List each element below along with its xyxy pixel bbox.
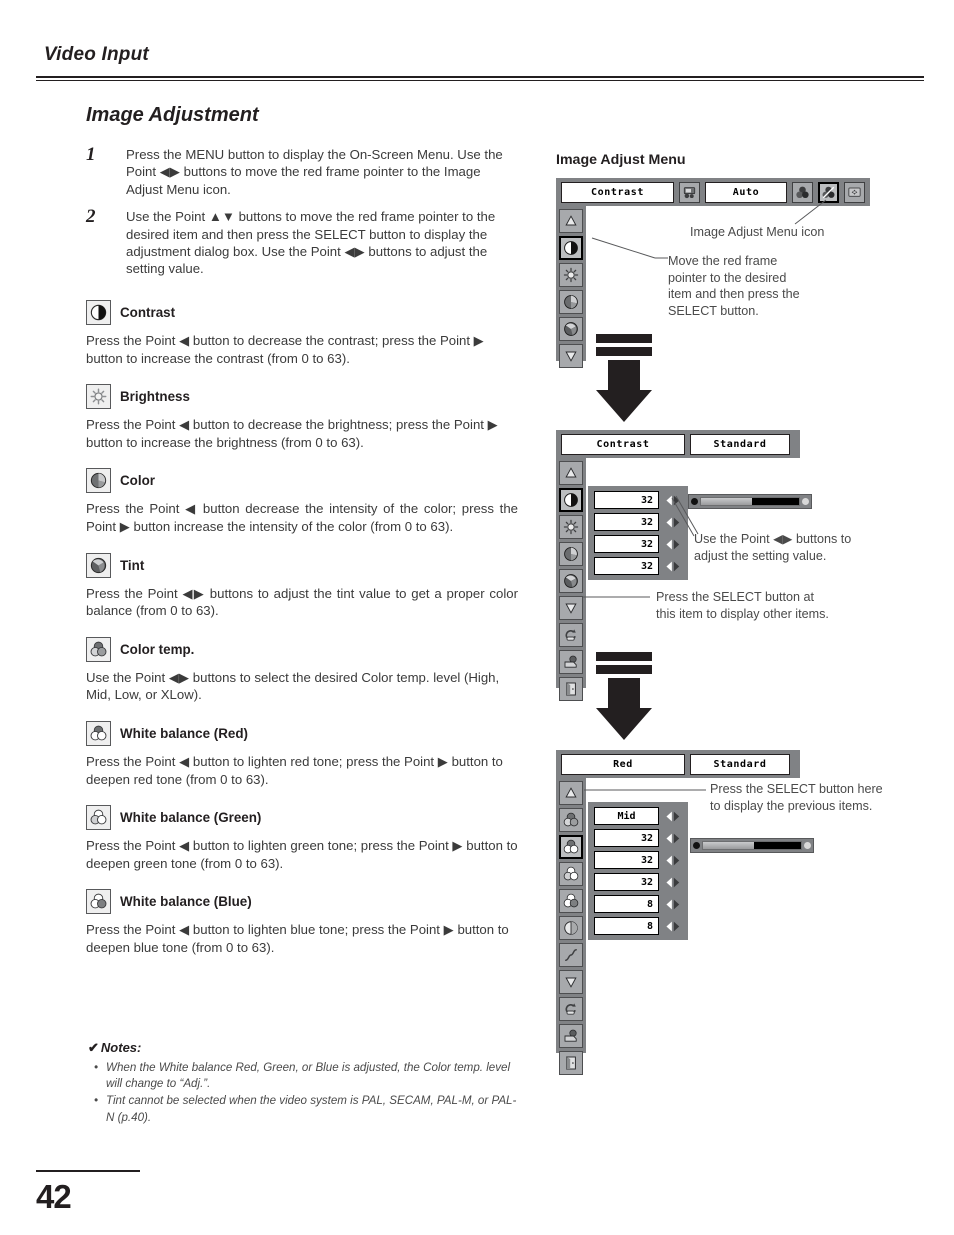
callout-line-menu-3: [584, 789, 706, 791]
manual-page: Video Input Image Adjustment 1 Press the…: [0, 0, 954, 1235]
callout-previous-items: Press the SELECT button here to display …: [710, 782, 883, 813]
